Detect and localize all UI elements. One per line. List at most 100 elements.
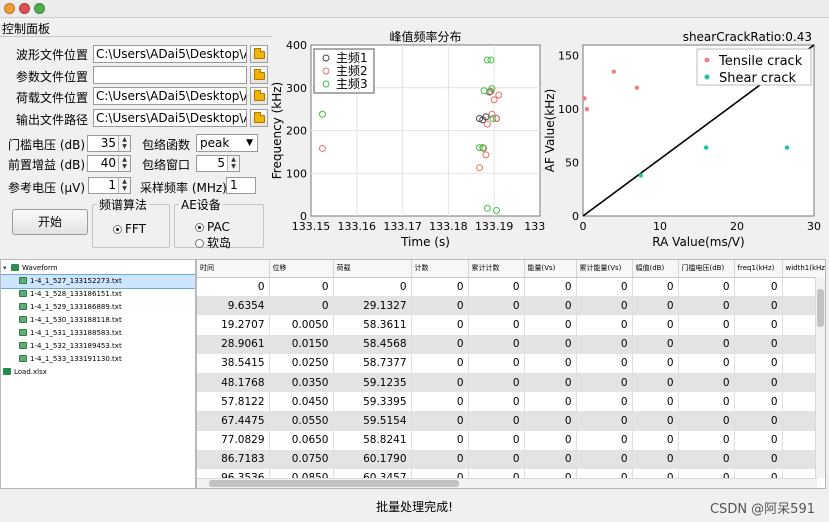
tree-file-item[interactable]: 1-4_1_532_133189453.txt: [1, 340, 195, 353]
table-row[interactable]: 28.90610.015058.456800000000: [197, 334, 825, 354]
table-cell[interactable]: 0: [411, 315, 469, 335]
column-header[interactable]: 累计计数: [468, 260, 525, 278]
table-cell[interactable]: 0: [576, 277, 633, 297]
table-cell[interactable]: 0: [632, 296, 679, 316]
table-cell[interactable]: 0: [468, 449, 525, 469]
table-cell[interactable]: 0: [524, 449, 577, 469]
table-row[interactable]: 19.27070.005058.361100000000: [197, 315, 825, 335]
table-cell[interactable]: 0.0550: [269, 411, 334, 431]
vertical-scrollbar[interactable]: [815, 277, 825, 478]
table-cell[interactable]: 0: [524, 372, 577, 393]
table-cell[interactable]: 60.1790: [333, 449, 412, 469]
table-cell[interactable]: 0: [632, 411, 679, 431]
table-row[interactable]: 00000000000: [197, 277, 825, 297]
table-cell[interactable]: 0.0050: [269, 315, 334, 335]
column-header[interactable]: 计数: [411, 260, 469, 278]
radio-pac[interactable]: PAC: [195, 220, 230, 234]
spin-down-icon[interactable]: ▼: [119, 143, 130, 150]
table-cell[interactable]: 0: [576, 411, 633, 431]
tree-folder[interactable]: ▾ Waveform: [1, 262, 195, 275]
tree-file-item[interactable]: 1-4_1_528_133186151.txt: [1, 288, 195, 301]
table-cell[interactable]: 0: [411, 296, 469, 316]
spin-up-icon[interactable]: ▲: [119, 156, 130, 163]
table-cell[interactable]: 0: [524, 296, 577, 316]
horizontal-scroll-thumb[interactable]: [209, 480, 459, 487]
column-header[interactable]: 累计能量(Vs): [576, 260, 633, 278]
table-cell[interactable]: 0: [411, 449, 469, 469]
radio-selected-icon[interactable]: [113, 225, 122, 234]
radio-selected-icon[interactable]: [195, 223, 204, 232]
table-cell[interactable]: 28.9061: [197, 334, 270, 354]
table-cell[interactable]: 0: [678, 315, 735, 335]
load-path-input[interactable]: C:\Users\ADai5\Desktop\AE钞: [93, 87, 247, 105]
table-cell[interactable]: 0: [632, 430, 679, 450]
table-cell[interactable]: 0: [333, 277, 412, 297]
start-button[interactable]: 开始: [12, 209, 88, 235]
table-cell[interactable]: 0: [576, 449, 633, 469]
column-header[interactable]: 门槛电压(dB): [678, 260, 735, 278]
table-cell[interactable]: 0: [678, 392, 735, 412]
table-cell[interactable]: 0: [411, 353, 469, 373]
table-cell[interactable]: 0: [734, 372, 783, 393]
table-row[interactable]: 86.71830.075060.179000000000: [197, 449, 825, 469]
radio-softisland[interactable]: 软岛: [195, 234, 231, 251]
samplerate-input[interactable]: 1: [226, 177, 256, 194]
table-cell[interactable]: 0: [411, 277, 469, 297]
table-cell[interactable]: 48.1768: [197, 372, 270, 393]
table-cell[interactable]: 0: [678, 430, 735, 450]
table-cell[interactable]: 0: [524, 277, 577, 297]
table-row[interactable]: 57.81220.045059.339500000000: [197, 392, 825, 412]
table-cell[interactable]: 0: [468, 430, 525, 450]
table-cell[interactable]: 0: [734, 334, 783, 354]
table-cell[interactable]: 0: [734, 392, 783, 412]
spin-down-icon[interactable]: ▼: [119, 163, 130, 170]
table-cell[interactable]: 0: [734, 296, 783, 316]
table-cell[interactable]: 0: [734, 315, 783, 335]
envelope-func-select[interactable]: peak ▼: [196, 134, 258, 152]
horizontal-scrollbar[interactable]: [197, 478, 817, 488]
table-cell[interactable]: 0: [524, 353, 577, 373]
tree-file-item[interactable]: 1-4_1_529_133186889.txt: [1, 301, 195, 314]
tree-file-item[interactable]: 1-4_1_530_133188118.txt: [1, 314, 195, 327]
column-header[interactable]: 位移: [269, 260, 334, 278]
radio-fft[interactable]: FFT: [113, 222, 146, 236]
table-cell[interactable]: 0: [678, 353, 735, 373]
data-table[interactable]: 时间 位移 荷载 计数 累计计数 能量(Vs) 累计能量(Vs) 幅值(dB) 门槛电压(dB)…: [196, 259, 826, 489]
expand-arrow-icon[interactable]: ▾: [3, 262, 11, 275]
table-cell[interactable]: 0: [678, 296, 735, 316]
table-cell[interactable]: 0: [468, 372, 525, 393]
preamp-stepper-arrows[interactable]: ▲ ▼: [118, 156, 130, 171]
waveform-browse-button[interactable]: [250, 45, 268, 63]
spin-down-icon[interactable]: ▼: [228, 163, 239, 170]
table-cell[interactable]: 0: [576, 315, 633, 335]
table-cell[interactable]: 0: [468, 334, 525, 354]
table-cell[interactable]: 58.8241: [333, 430, 412, 450]
table-cell[interactable]: 0: [524, 334, 577, 354]
radio-unselected-icon[interactable]: [195, 239, 204, 248]
table-cell[interactable]: 0: [632, 334, 679, 354]
table-cell[interactable]: 0: [576, 296, 633, 316]
envelope-window-stepper[interactable]: 5 ▲ ▼: [196, 155, 240, 172]
window-minimize-icon[interactable]: [19, 3, 30, 14]
table-cell[interactable]: 58.3611: [333, 315, 412, 335]
window-close-icon[interactable]: [4, 3, 15, 14]
table-cell[interactable]: 0.0450: [269, 392, 334, 412]
output-browse-button[interactable]: [250, 109, 268, 127]
table-cell[interactable]: 0: [524, 430, 577, 450]
column-header[interactable]: 时间: [197, 260, 270, 278]
table-cell[interactable]: 0: [678, 277, 735, 297]
table-cell[interactable]: 0: [734, 353, 783, 373]
table-cell[interactable]: 67.4475: [197, 411, 270, 431]
table-cell[interactable]: 0: [632, 277, 679, 297]
table-row[interactable]: 9.6354029.132700000000: [197, 296, 825, 316]
table-cell[interactable]: 0: [678, 372, 735, 393]
column-header[interactable]: 幅值(dB): [632, 260, 679, 278]
table-cell[interactable]: 0: [632, 315, 679, 335]
table-cell[interactable]: 86.7183: [197, 449, 270, 469]
table-cell[interactable]: 0: [197, 277, 270, 297]
table-cell[interactable]: 0: [632, 392, 679, 412]
table-cell[interactable]: 0: [411, 372, 469, 393]
table-cell[interactable]: 0: [678, 334, 735, 354]
threshold-stepper-arrows[interactable]: ▲ ▼: [118, 136, 130, 151]
table-cell[interactable]: 59.5154: [333, 411, 412, 431]
